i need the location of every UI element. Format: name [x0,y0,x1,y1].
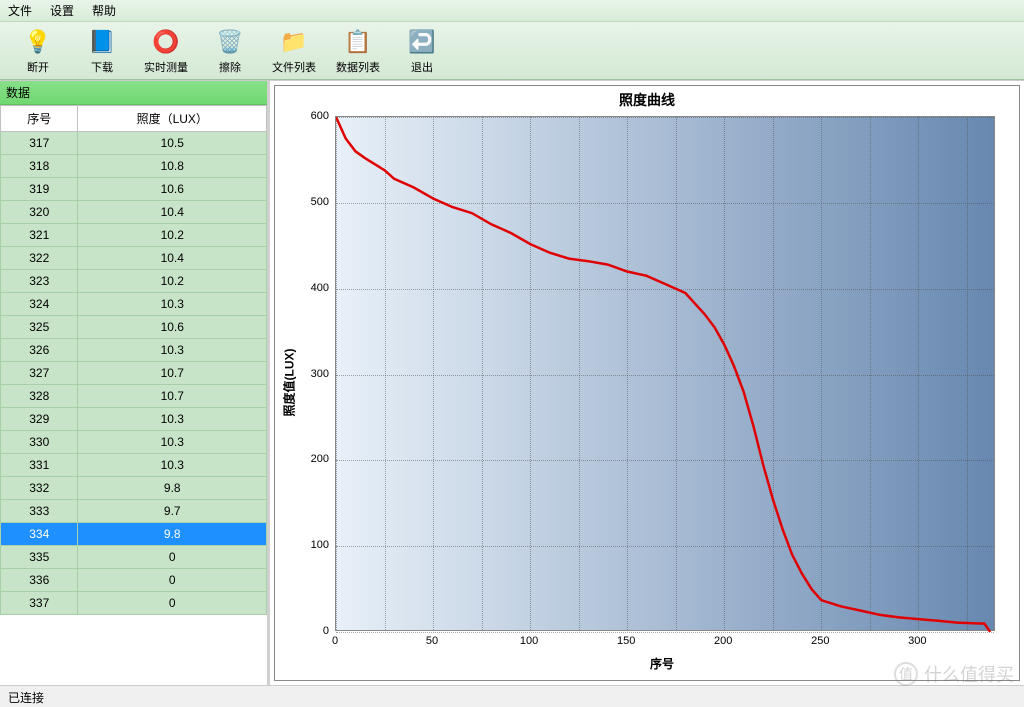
filelist-button[interactable]: 📁 文件列表 [264,25,324,77]
x-tick: 150 [617,635,635,647]
x-tick: 0 [332,635,338,647]
chart-line [336,117,996,632]
table-row[interactable]: 32010.4 [1,201,267,224]
table-row[interactable]: 3349.8 [1,523,267,546]
chart: 照度曲线 0 50 100 150 200 250 300 0 100 200 300 400 500 6… [274,85,1020,681]
table-row[interactable]: 32610.3 [1,339,267,362]
book-icon: 📘 [86,26,118,58]
x-tick: 200 [714,635,732,647]
x-tick: 250 [811,635,829,647]
disconnect-button[interactable]: 💡 断开 [8,25,68,77]
exit-button[interactable]: ↩️ 退出 [392,25,452,77]
table-row[interactable]: 32910.3 [1,408,267,431]
table-row[interactable]: 32810.7 [1,385,267,408]
x-tick: 50 [426,635,438,647]
table-row[interactable]: 32710.7 [1,362,267,385]
table-icon: 📋 [342,26,374,58]
y-tick: 300 [299,368,329,380]
col-lux[interactable]: 照度（LUX） [78,106,267,132]
menu-help[interactable]: 帮助 [92,2,116,19]
y-tick: 400 [299,282,329,294]
table-row[interactable]: 3370 [1,592,267,615]
data-table[interactable]: 序号 照度（LUX） 31710.531810.831910.632010.43… [0,105,267,685]
trash-icon: 🗑️ [214,26,246,58]
table-row[interactable]: 3329.8 [1,477,267,500]
table-row[interactable]: 32310.2 [1,270,267,293]
table-row[interactable]: 3360 [1,569,267,592]
table-row[interactable]: 32510.6 [1,316,267,339]
table-row[interactable]: 31810.8 [1,155,267,178]
y-tick: 100 [299,539,329,551]
datalist-button[interactable]: 📋 数据列表 [328,25,388,77]
folder-icon: 📁 [278,26,310,58]
x-tick: 100 [520,635,538,647]
panel-title: 数据 [0,81,267,105]
table-row[interactable]: 31910.6 [1,178,267,201]
table-row[interactable]: 33110.3 [1,454,267,477]
toolbar: 💡 断开 📘 下载 ⭕ 实时测量 🗑️ 擦除 📁 文件列表 📋 数据列表 ↩️ … [0,22,1024,80]
download-button[interactable]: 📘 下载 [72,25,132,77]
col-seq[interactable]: 序号 [1,106,78,132]
realtime-button[interactable]: ⭕ 实时测量 [136,25,196,77]
table-row[interactable]: 32410.3 [1,293,267,316]
status-bar: 已连接 [0,685,1024,707]
table-row[interactable]: 33010.3 [1,431,267,454]
table-row[interactable]: 3339.7 [1,500,267,523]
table-row[interactable]: 32210.4 [1,247,267,270]
table-row[interactable]: 32110.2 [1,224,267,247]
menu-file[interactable]: 文件 [8,2,32,19]
menu-settings[interactable]: 设置 [50,2,74,19]
chart-panel: 照度曲线 0 50 100 150 200 250 300 0 100 200 300 400 500 6… [270,81,1024,685]
table-row[interactable]: 3350 [1,546,267,569]
y-tick: 500 [299,196,329,208]
bulb-icon: 💡 [22,26,54,58]
x-tick: 300 [908,635,926,647]
lifebuoy-icon: ⭕ [150,26,182,58]
chart-title: 照度曲线 [275,86,1019,114]
plot-area [335,116,995,631]
y-tick: 200 [299,453,329,465]
menubar: 文件 设置 帮助 [0,0,1024,22]
y-tick: 600 [299,110,329,122]
data-panel: 数据 序号 照度（LUX） 31710.531810.831910.632010… [0,81,270,685]
y-axis-label: 照度值(LUX) [281,348,298,416]
x-axis-label: 序号 [650,655,674,672]
status-text: 已连接 [8,691,44,705]
table-row[interactable]: 31710.5 [1,132,267,155]
main-area: 数据 序号 照度（LUX） 31710.531810.831910.632010… [0,80,1024,685]
exit-icon: ↩️ [406,26,438,58]
erase-button[interactable]: 🗑️ 擦除 [200,25,260,77]
y-tick: 0 [299,625,329,637]
